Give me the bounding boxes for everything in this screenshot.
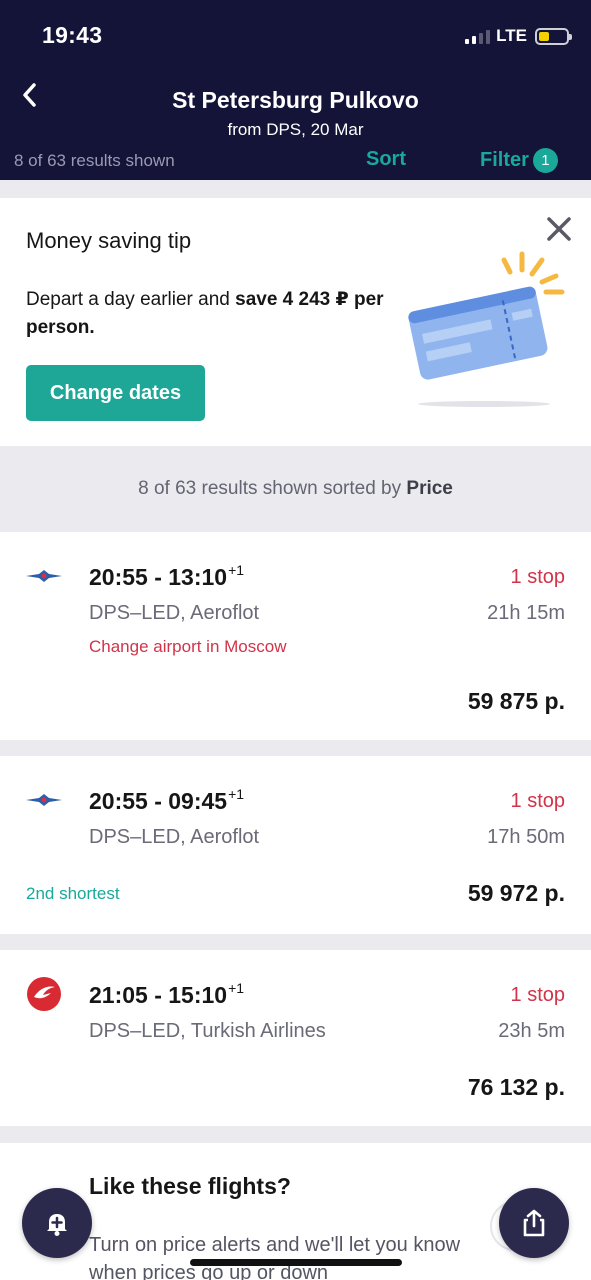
sort-key: Price <box>406 478 453 499</box>
flight-duration: 17h 50m <box>487 826 565 848</box>
share-button[interactable] <box>499 1188 569 1258</box>
money-saving-tip-card: Money saving tip Depart a day earlier an… <box>0 198 591 446</box>
filter-label: Filter <box>480 149 529 171</box>
share-icon <box>523 1209 545 1237</box>
status-indicators: LTE <box>465 26 572 46</box>
close-icon <box>547 217 571 241</box>
flight-duration: 21h 15m <box>487 602 565 624</box>
alerts-text: Turn on price alerts and we'll let you k… <box>89 1234 461 1280</box>
turkish-airlines-logo <box>24 974 64 1014</box>
filter-button[interactable]: Filter 1 <box>480 148 558 173</box>
page-subtitle: from DPS, 20 Mar <box>227 120 364 139</box>
flight-price: 76 132 р. <box>467 1074 565 1100</box>
flight-times: 20:55 - 09:45+1 <box>89 786 245 814</box>
flight-stops: 1 stop <box>510 984 565 1006</box>
flight-stops: 1 stop <box>510 566 565 588</box>
status-time: 19:43 <box>42 22 103 48</box>
battery-icon <box>535 27 572 45</box>
flight-route: DPS–LED, Aeroflot <box>89 602 260 624</box>
change-dates-button[interactable]: Change dates <box>26 365 205 421</box>
tip-text: Depart a day earlier and save 4 243 ₽ pe… <box>26 289 384 338</box>
results-summary: 8 of 63 results shown sorted by Price <box>0 446 591 532</box>
page-title: St Petersburg Pulkovo <box>172 87 419 113</box>
flight-warning: Change airport in Moscow <box>89 637 287 656</box>
price-alert-button[interactable] <box>22 1188 92 1258</box>
flight-result-card[interactable]: 21:05 - 15:10+1 DPS–LED, Turkish Airline… <box>0 950 591 1126</box>
flight-stops: 1 stop <box>510 790 565 812</box>
flight-tag: 2nd shortest <box>26 884 120 903</box>
bell-plus-icon <box>47 1214 67 1236</box>
flight-result-card[interactable]: 20:55 - 13:10+1 DPS–LED, Aeroflot Change… <box>0 532 591 740</box>
home-indicator <box>190 1259 402 1266</box>
ticket-illustration <box>408 251 565 407</box>
flight-route: DPS–LED, Aeroflot <box>89 826 260 848</box>
alerts-title: Like these flights? <box>89 1173 291 1199</box>
flight-route: DPS–LED, Turkish Airlines <box>89 1020 326 1042</box>
header: 19:43 LTE St Petersburg Pulkovo from DPS… <box>0 0 591 180</box>
aeroflot-logo <box>24 780 64 820</box>
flight-price: 59 972 р. <box>467 880 565 906</box>
aeroflot-logo <box>24 556 64 596</box>
flight-times: 20:55 - 13:10+1 <box>89 562 245 590</box>
tip-title: Money saving tip <box>26 228 192 253</box>
close-tip-button[interactable] <box>542 212 576 246</box>
flight-times: 21:05 - 15:10+1 <box>89 980 245 1008</box>
flight-result-card[interactable]: 20:55 - 09:45+1 DPS–LED, Aeroflot 2nd sh… <box>0 756 591 934</box>
signal-icon <box>465 29 491 44</box>
flight-price: 59 875 р. <box>467 688 565 714</box>
sort-button[interactable]: Sort <box>366 148 406 171</box>
filter-count-badge: 1 <box>532 148 558 173</box>
flight-duration: 23h 5m <box>498 1020 565 1042</box>
network-label: LTE <box>496 26 527 45</box>
results-count: 8 of 63 results shown <box>14 151 175 170</box>
